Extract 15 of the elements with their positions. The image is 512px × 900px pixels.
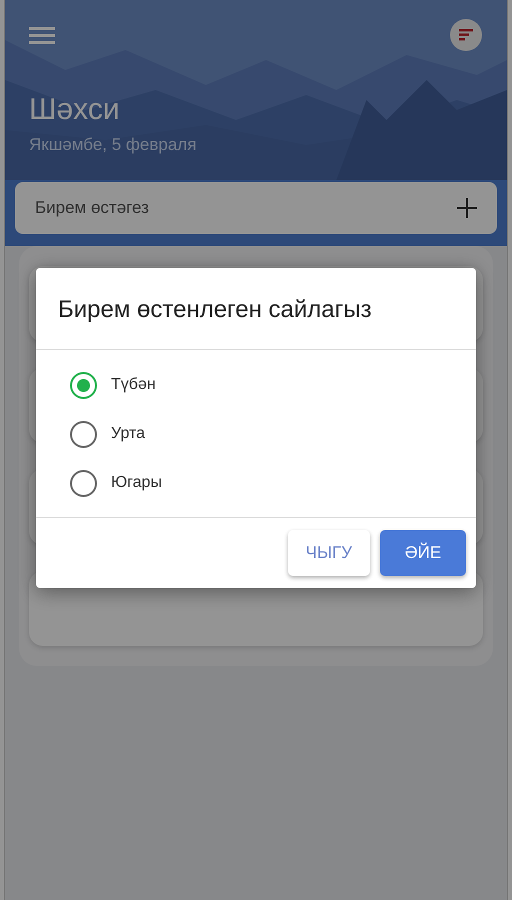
option-label[interactable]: Урта: [111, 422, 146, 446]
page-title: Шәхси: [29, 92, 121, 128]
dialog-title: Бирем өстенлеген сайлагыз: [36, 268, 476, 350]
radio-button[interactable]: [70, 372, 97, 399]
radio-button[interactable]: [70, 470, 97, 497]
confirm-button[interactable]: ӘЙЕ: [380, 530, 466, 576]
add-task-field[interactable]: Бирем өстәгез: [15, 182, 497, 234]
option-label[interactable]: Югары: [111, 471, 162, 496]
menu-icon[interactable]: [29, 25, 55, 45]
exit-button[interactable]: ЧЫГУ: [288, 530, 370, 576]
radio-button[interactable]: [70, 420, 97, 448]
date-label: Якшәмбе, 5 февраля: [29, 134, 198, 156]
plus-icon[interactable]: [457, 198, 477, 218]
option-label[interactable]: Түбән: [111, 373, 156, 398]
sort-icon[interactable]: [449, 18, 483, 52]
